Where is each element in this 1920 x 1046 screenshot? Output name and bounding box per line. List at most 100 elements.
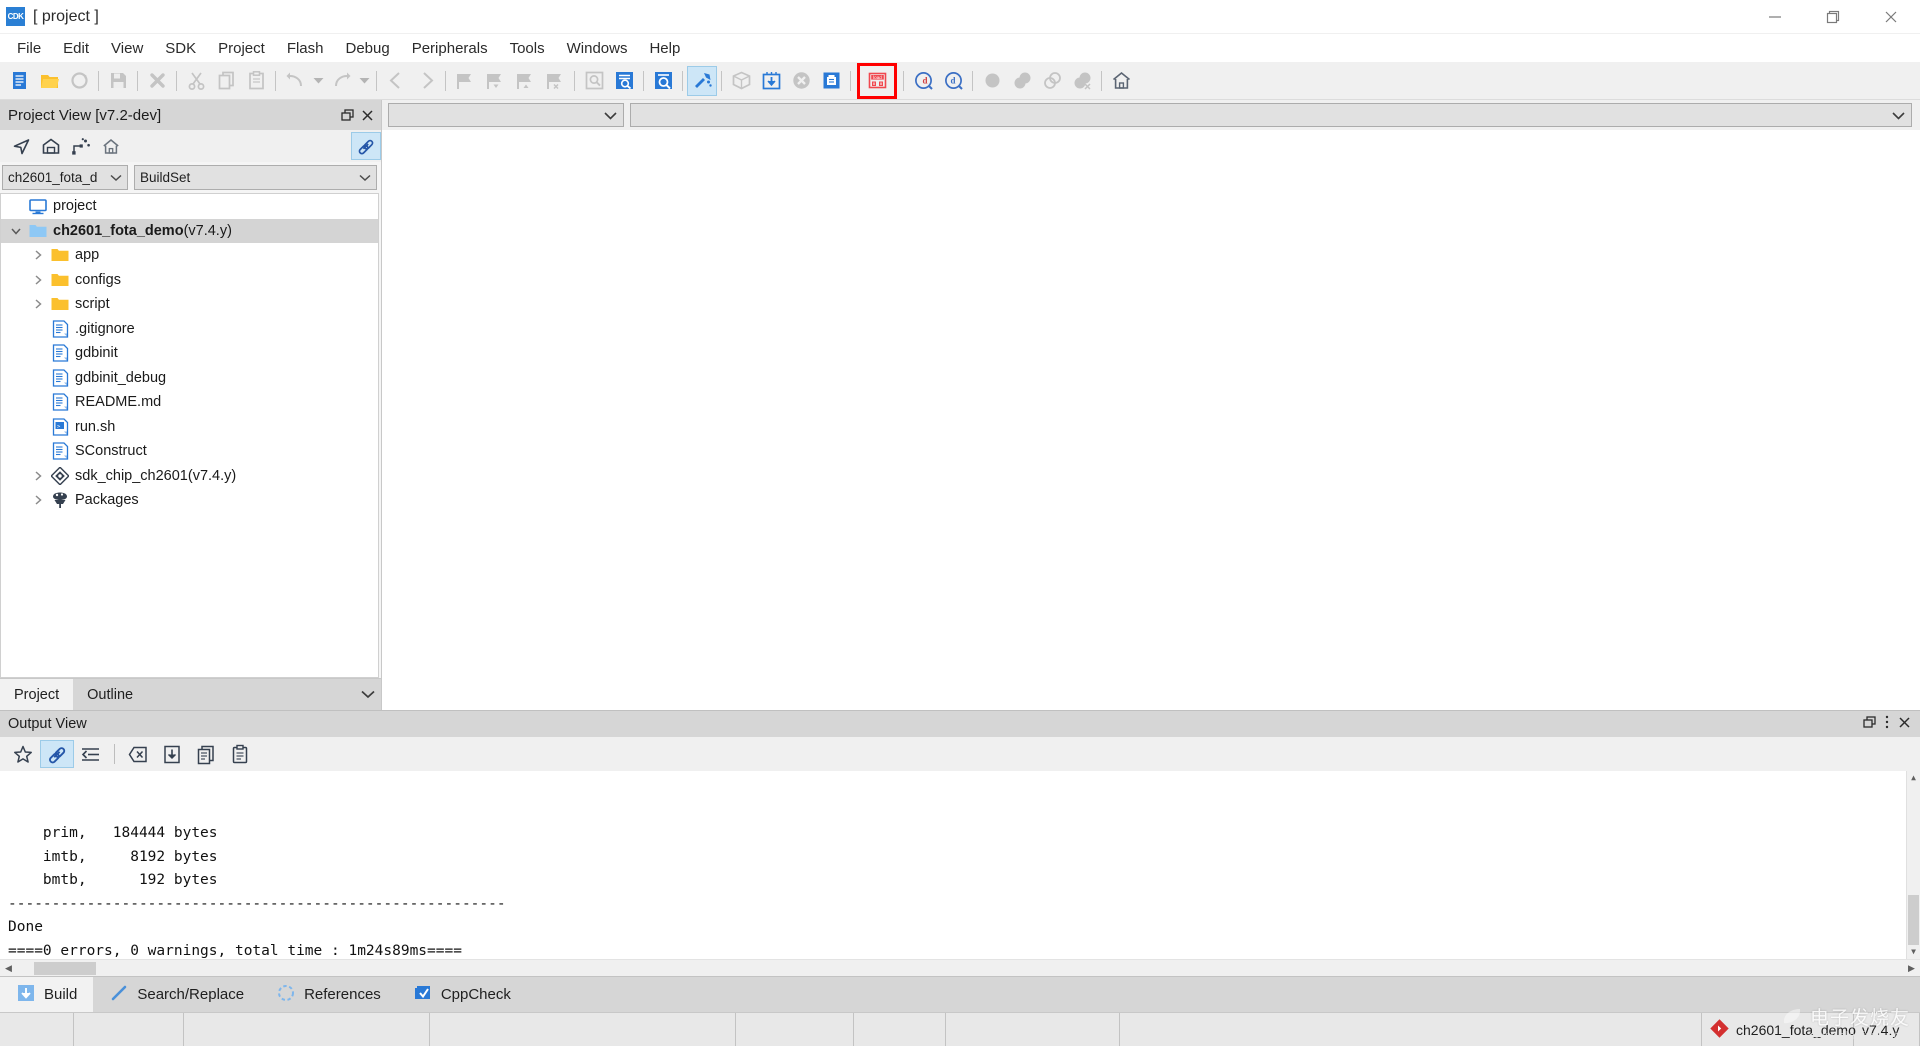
open-folder-icon[interactable] [34, 66, 64, 96]
tree-item-packages[interactable]: Packages [1, 488, 378, 513]
output-text-area[interactable]: prim, 184444 bytes imtb, 8192 bytes bmtb… [0, 771, 1920, 959]
hscroll-track[interactable] [17, 960, 1903, 977]
breakpoint-icon [977, 66, 1007, 96]
link-with-editor-icon[interactable] [351, 132, 381, 160]
favorite-icon[interactable] [6, 740, 40, 768]
locate-icon[interactable] [6, 132, 36, 160]
workspace-icon[interactable] [36, 132, 66, 160]
tree-item-gdbinit[interactable]: gdbinit [1, 341, 378, 366]
scroll-up-arrow[interactable]: ▲ [1907, 771, 1920, 785]
chevron-right-icon[interactable] [27, 298, 49, 310]
flash-download-icon[interactable] [756, 66, 786, 96]
bottom-tab-references[interactable]: References [260, 977, 397, 1012]
menu-dots-icon[interactable] [1884, 714, 1890, 734]
hscrollbar-thumb[interactable] [34, 961, 96, 975]
tree-item-app[interactable]: app [1, 243, 378, 268]
scroll-down-arrow[interactable]: ▼ [1907, 945, 1920, 959]
menu-peripherals[interactable]: Peripherals [401, 38, 499, 59]
tree-item-ch2601-fota-demo[interactable]: ch2601_fota_demo (v7.4.y) [1, 218, 378, 243]
output-view-title: Output View [8, 716, 87, 732]
output-horizontal-scrollbar[interactable]: ◀ ▶ [0, 959, 1920, 976]
new-file-icon[interactable] [4, 66, 34, 96]
tree-item-sdk-chip-ch2601[interactable]: sdk_chip_ch2601 (v7.4.y) [1, 464, 378, 489]
menu-file[interactable]: File [6, 38, 52, 59]
close-file-icon [142, 66, 172, 96]
load-image-icon[interactable]: load [862, 66, 892, 96]
close-icon[interactable] [1897, 715, 1912, 734]
chevron-right-icon[interactable] [27, 249, 49, 261]
chevron-down-icon[interactable] [310, 66, 326, 96]
tree-item--gitignore[interactable]: .gitignore [1, 317, 378, 342]
tab-outline[interactable]: Outline [73, 679, 147, 710]
clear-output-icon[interactable] [121, 740, 155, 768]
wrap-lines-icon[interactable] [74, 740, 108, 768]
menu-view[interactable]: View [100, 38, 154, 59]
tree-item-sconstruct[interactable]: SConstruct [1, 439, 378, 464]
menu-windows[interactable]: Windows [556, 38, 639, 59]
project-selector-combo[interactable]: ch2601_fota_d [2, 164, 128, 190]
bottom-tab-search-replace[interactable]: Search/Replace [93, 977, 260, 1012]
paste-icon[interactable] [223, 740, 257, 768]
chevron-right-icon[interactable] [27, 470, 49, 482]
float-window-icon[interactable] [339, 107, 355, 123]
debug-attach-icon[interactable]: d [938, 66, 968, 96]
symbol-combo[interactable] [630, 103, 1912, 127]
bookmark-clear-icon [540, 66, 570, 96]
close-button[interactable] [1862, 0, 1920, 34]
bottom-tab-cppcheck[interactable]: CppCheck [397, 977, 527, 1012]
home-icon[interactable] [96, 132, 126, 160]
scrollbar-thumb[interactable] [1908, 895, 1919, 945]
save-output-icon[interactable] [155, 740, 189, 768]
function-scope-combo[interactable] [388, 103, 624, 127]
scroll-right-arrow[interactable]: ▶ [1903, 963, 1920, 974]
output-view-panel: Output View prim, 184444 bytes imtb, 819… [0, 710, 1920, 1012]
chevron-right-icon[interactable] [27, 494, 49, 506]
expand-tree-icon[interactable] [66, 132, 96, 160]
search-replace-icon[interactable] [648, 66, 678, 96]
project-tree[interactable]: project ch2601_fota_demo (v7.4.y) app confi… [0, 193, 379, 678]
output-vertical-scrollbar[interactable]: ▲ ▼ [1906, 771, 1920, 959]
erase-flash-icon[interactable] [816, 66, 846, 96]
toolbar-separator [682, 70, 683, 91]
find-in-files-icon[interactable] [609, 66, 639, 96]
tree-item-configs[interactable]: configs [1, 268, 378, 293]
chevron-right-icon[interactable] [27, 274, 49, 286]
bookmark-prev-icon [480, 66, 510, 96]
bottom-tab-label: References [304, 986, 381, 1003]
chevron-down-icon[interactable] [5, 225, 27, 237]
copy-icon[interactable] [189, 740, 223, 768]
tree-item-script[interactable]: script [1, 292, 378, 317]
editor-area[interactable] [382, 130, 1920, 710]
tree-item-project[interactable]: project [1, 194, 378, 219]
float-window-icon[interactable] [1862, 715, 1877, 734]
status-project-cell[interactable]: ch2601_fota_demo [1702, 1013, 1856, 1046]
build-icon[interactable] [687, 65, 717, 96]
scroll-left-arrow[interactable]: ◀ [0, 963, 17, 974]
menu-project[interactable]: Project [207, 38, 276, 59]
buildset-combo[interactable]: BuildSet [134, 164, 377, 190]
link-icon[interactable] [40, 740, 74, 768]
tree-item-label: gdbinit_debug [75, 369, 167, 386]
tree-item-gdbinit-debug[interactable]: gdbinit_debug [1, 366, 378, 391]
tree-item-run-sh[interactable]: >_ run.sh [1, 415, 378, 440]
menu-tools[interactable]: Tools [499, 38, 556, 59]
chevron-down-icon[interactable] [356, 66, 372, 96]
tab-project[interactable]: Project [0, 679, 74, 710]
home-icon[interactable] [1106, 66, 1136, 96]
toolbar-separator [643, 70, 644, 91]
bottom-tab-build[interactable]: Build [0, 977, 94, 1012]
project-view-tabs-overflow[interactable] [147, 679, 381, 710]
menu-flash[interactable]: Flash [276, 38, 335, 59]
minimize-button[interactable] [1746, 0, 1804, 34]
secondary-bar: Project View [v7.2-dev] [0, 100, 1920, 130]
menu-edit[interactable]: Edit [52, 38, 100, 59]
restore-button[interactable] [1804, 0, 1862, 34]
toolbar-separator [137, 70, 138, 91]
menu-sdk[interactable]: SDK [154, 38, 207, 59]
copy-icon [211, 66, 241, 96]
close-icon[interactable] [359, 107, 375, 123]
tree-item-readme-md[interactable]: README.md [1, 390, 378, 415]
menu-help[interactable]: Help [638, 38, 691, 59]
debug-start-icon[interactable]: d [908, 66, 938, 96]
menu-debug[interactable]: Debug [335, 38, 401, 59]
